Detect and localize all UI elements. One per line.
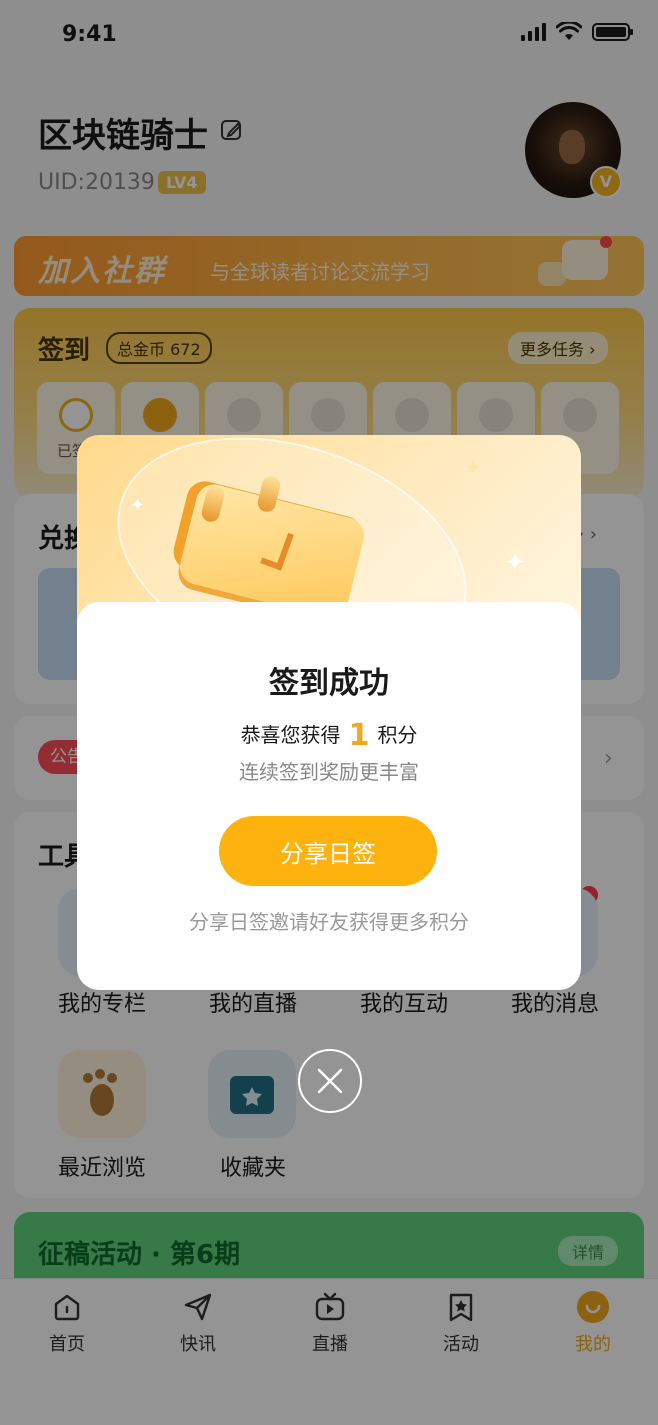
reward-points: 1 [348, 718, 370, 753]
close-button[interactable] [298, 1049, 362, 1113]
sparkle-icon: ✦ [464, 456, 483, 481]
close-icon [317, 1068, 343, 1094]
reward-message: 恭喜您获得 1 积分 [77, 718, 581, 753]
sparkle-icon: ✦ [130, 495, 146, 516]
share-hint: 分享日签邀请好友获得更多积分 [189, 910, 469, 934]
sparkle-icon: ✦ [504, 548, 526, 578]
share-daily-button[interactable]: 分享日签 [219, 816, 437, 886]
modal-title: 签到成功 [269, 666, 389, 701]
reward-prefix: 恭喜您获得 [240, 723, 341, 747]
modal-subtitle: 连续签到奖励更丰富 [239, 760, 419, 784]
reward-suffix: 积分 [377, 723, 418, 747]
